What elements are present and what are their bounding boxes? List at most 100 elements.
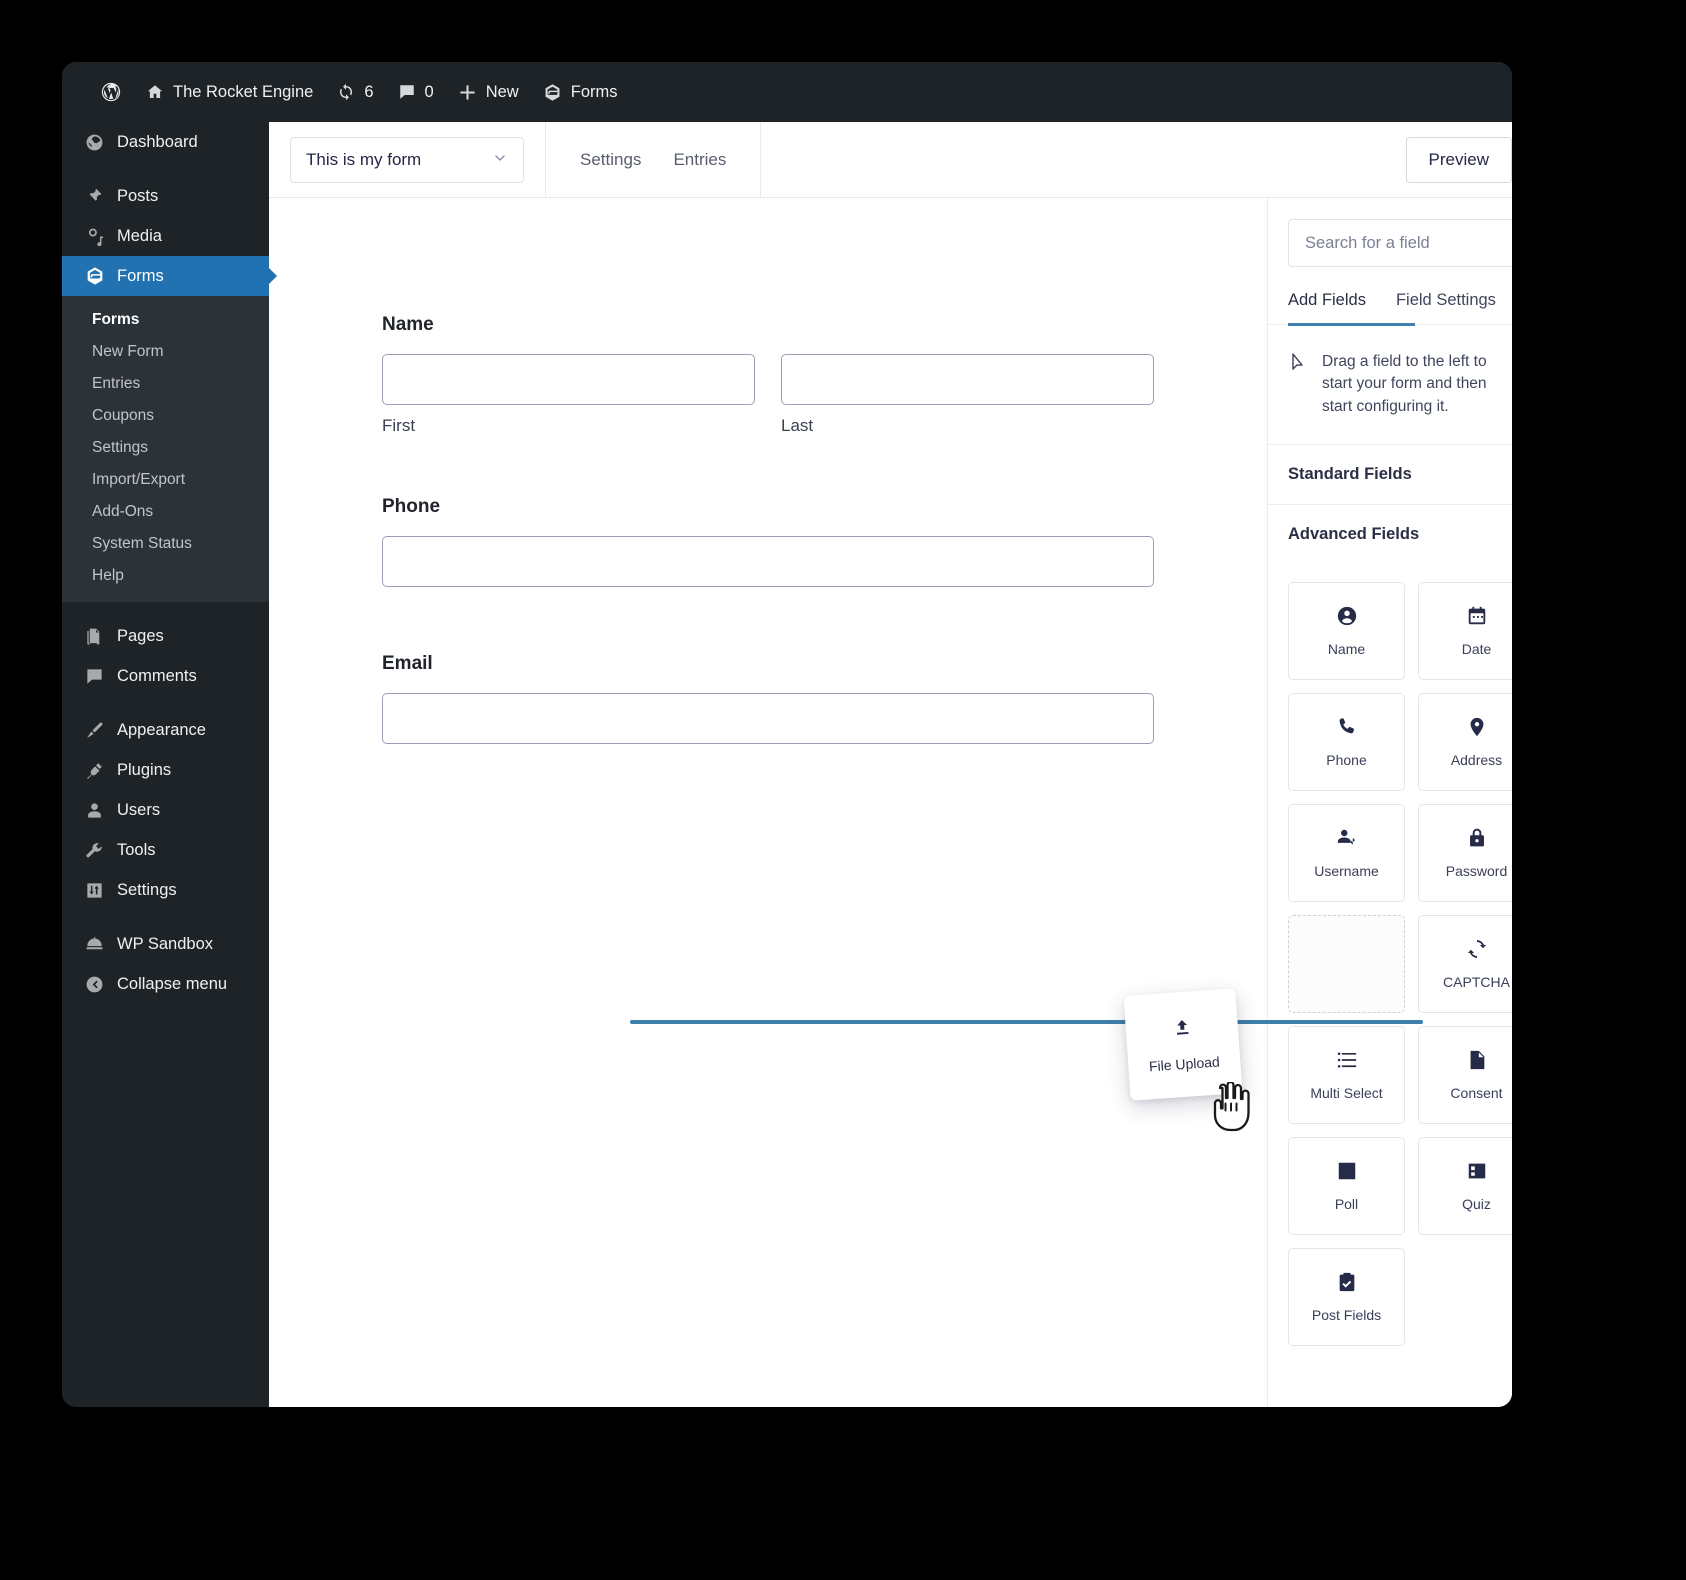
person-circle-icon [1336, 605, 1358, 627]
sidebar-item-dashboard[interactable]: Dashboard [62, 122, 269, 162]
section-standard-fields[interactable]: Standard Fields [1268, 445, 1512, 505]
form-fields-list: Name First Last Phone [269, 198, 1267, 744]
collapse-arrow-icon [84, 974, 105, 995]
admin-bar-updates[interactable]: 6 [325, 62, 385, 122]
field-tile-quiz[interactable]: Quiz [1418, 1137, 1512, 1235]
sidebar-item-posts[interactable]: Posts [62, 176, 269, 216]
field-label: Phone [382, 496, 1154, 518]
plug-icon [84, 760, 105, 781]
cursor-arrow-icon [1288, 351, 1308, 378]
sidebar-item-forms[interactable]: Forms [62, 256, 269, 296]
tab-add-fields[interactable]: Add Fields [1288, 291, 1366, 324]
field-tile-label: Multi Select [1310, 1085, 1382, 1101]
submenu-item-settings[interactable]: Settings [62, 432, 269, 464]
admin-bar-new[interactable]: New [446, 62, 531, 122]
sidebar-item-users[interactable]: Users [62, 790, 269, 830]
phone-icon [1336, 716, 1358, 738]
field-tile-label: Quiz [1462, 1196, 1491, 1212]
person-check-icon [1336, 827, 1358, 849]
field-tile-name[interactable]: Name [1288, 582, 1405, 680]
sidebar-label: Forms [117, 267, 164, 286]
submenu-item-import-export[interactable]: Import/Export [62, 464, 269, 496]
sidebar-item-appearance[interactable]: Appearance [62, 710, 269, 750]
sidebar-label: Tools [117, 841, 156, 860]
user-icon [84, 800, 105, 821]
bar-chart-icon [1336, 1160, 1358, 1182]
forms-submenu: Forms New Form Entries Coupons Settings … [62, 296, 269, 602]
submenu-item-help[interactable]: Help [62, 560, 269, 592]
field-tile-label: Phone [1326, 752, 1366, 768]
browser-window-frame: The Rocket Engine 6 0 N [62, 62, 1512, 1407]
sidebar-divider [62, 696, 269, 710]
submenu-item-system-status[interactable]: System Status [62, 528, 269, 560]
pages-icon [84, 626, 105, 647]
field-panel-tabs: Add Fields Field Settings [1268, 291, 1512, 325]
sidebar-item-settings[interactable]: Settings [62, 870, 269, 910]
name-first-input[interactable] [382, 354, 755, 405]
search-input[interactable] [1288, 219, 1512, 267]
editor-toolbar-tabs: Settings Entries [546, 122, 761, 197]
wordpress-admin-sidebar: Dashboard Posts Media Forms Forms New Fo… [62, 122, 269, 1407]
sidebar-item-tools[interactable]: Tools [62, 830, 269, 870]
phone-input[interactable] [382, 536, 1154, 587]
new-label: New [486, 62, 519, 122]
tab-field-settings[interactable]: Field Settings [1396, 291, 1496, 324]
field-tile-captcha[interactable]: CAPTCHA [1418, 915, 1512, 1013]
field-tile-consent[interactable]: Consent [1418, 1026, 1512, 1124]
tab-entries[interactable]: Entries [673, 150, 726, 170]
submenu-item-add-ons[interactable]: Add-Ons [62, 496, 269, 528]
field-tile-label: Username [1314, 863, 1379, 879]
form-field-name[interactable]: Name First Last [382, 314, 1154, 436]
field-tile-username[interactable]: Username [1288, 804, 1405, 902]
sidebar-item-media[interactable]: Media [62, 216, 269, 256]
name-subfield-row: First Last [382, 354, 1154, 436]
forms-label: Forms [571, 62, 618, 122]
field-tile-phone[interactable]: Phone [1288, 693, 1405, 791]
submenu-item-forms[interactable]: Forms [62, 304, 269, 336]
sidebar-item-comments[interactable]: Comments [62, 656, 269, 696]
field-tile-poll[interactable]: Poll [1288, 1137, 1405, 1235]
field-tile-multi-select[interactable]: Multi Select [1288, 1026, 1405, 1124]
sidebar-item-wp-sandbox[interactable]: WP Sandbox [62, 924, 269, 964]
section-advanced-fields[interactable]: Advanced Fields [1268, 505, 1512, 564]
name-last-input[interactable] [781, 354, 1154, 405]
field-tile-post-fields[interactable]: Post Fields [1288, 1248, 1405, 1346]
comment-bubble-icon [398, 83, 416, 101]
sidebar-item-plugins[interactable]: Plugins [62, 750, 269, 790]
submenu-item-new-form[interactable]: New Form [62, 336, 269, 368]
field-tile-placeholder-file-upload [1288, 915, 1405, 1013]
tab-settings[interactable]: Settings [580, 150, 641, 170]
wordpress-logo-icon[interactable] [88, 62, 134, 122]
gravityforms-icon [543, 83, 562, 102]
field-tile-date[interactable]: Date [1418, 582, 1512, 680]
form-field-phone[interactable]: Phone [382, 496, 1154, 587]
admin-bar-comments[interactable]: 0 [386, 62, 446, 122]
dragged-field-ghost[interactable]: File Upload [1123, 988, 1242, 1101]
admin-bar-forms[interactable]: Forms [531, 62, 630, 122]
preview-button[interactable]: Preview [1406, 137, 1512, 183]
calendar-icon [1466, 605, 1488, 627]
admin-bar-site-name[interactable]: The Rocket Engine [134, 62, 325, 122]
name-first-col: First [382, 354, 755, 436]
form-switcher-dropdown[interactable]: This is my form [290, 137, 524, 183]
sidebar-item-collapse-menu[interactable]: Collapse menu [62, 964, 269, 1004]
submenu-item-coupons[interactable]: Coupons [62, 400, 269, 432]
submenu-item-entries[interactable]: Entries [62, 368, 269, 400]
form-editor-toolbar: This is my form Settings Entries Preview [269, 122, 1512, 198]
sidebar-item-pages[interactable]: Pages [62, 616, 269, 656]
form-canvas[interactable]: Name First Last Phone [269, 198, 1267, 1407]
email-input[interactable] [382, 693, 1154, 744]
sidebar-label: Posts [117, 187, 158, 206]
paintbrush-icon [84, 720, 105, 741]
form-field-email[interactable]: Email [382, 653, 1154, 744]
field-sublabel: First [382, 416, 755, 436]
lock-icon [1466, 827, 1488, 849]
sidebar-label: Pages [117, 627, 164, 646]
wrench-icon [84, 840, 105, 861]
field-label: Email [382, 653, 1154, 675]
gravityforms-icon [84, 266, 105, 287]
drop-position-indicator [630, 1020, 1423, 1024]
field-tile-password[interactable]: Password [1418, 804, 1512, 902]
field-tile-address[interactable]: Address [1418, 693, 1512, 791]
sandbox-icon [84, 934, 105, 955]
